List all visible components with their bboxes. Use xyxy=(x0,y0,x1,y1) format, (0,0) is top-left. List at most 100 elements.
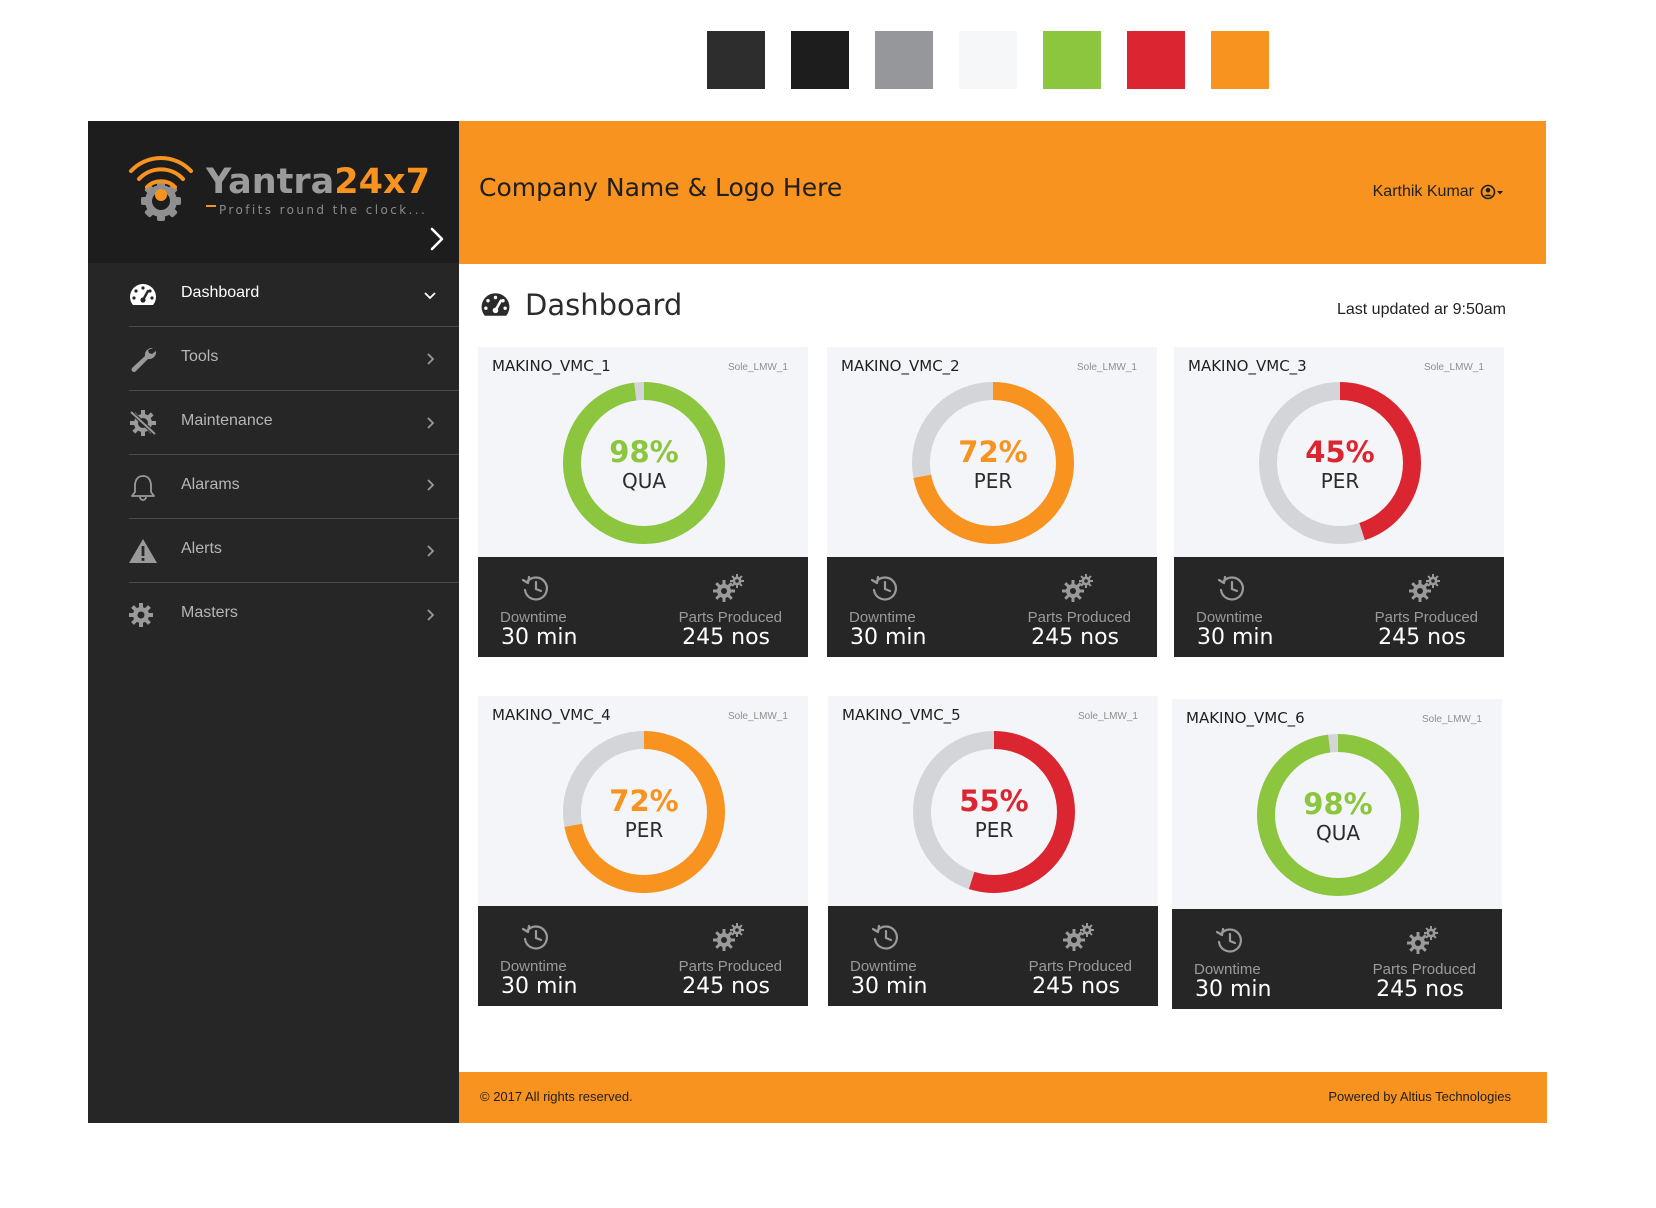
gears-icon xyxy=(1409,574,1440,602)
user-menu[interactable]: Karthik Kumar xyxy=(1373,183,1506,201)
history-clock-icon xyxy=(521,575,548,601)
card-stats: Downtime 30 min Parts Produced 245 nos xyxy=(478,557,808,657)
gear-icon xyxy=(129,603,153,627)
parts-produced-value: 245 nos xyxy=(1032,974,1120,999)
sidebar-nav: Dashboard Tools Maintenance Alarams Aler… xyxy=(88,263,459,647)
downtime-value: 30 min xyxy=(1197,625,1274,650)
parts-produced-value: 245 nos xyxy=(1376,977,1464,1002)
brand-tagline: Profits round the clock... xyxy=(216,203,431,217)
machine-name: MAKINO_VMC_6 xyxy=(1186,709,1305,727)
machine-card[interactable]: MAKINO_VMC_1 Sole_LMW_1 98% QUA Downtime… xyxy=(478,347,808,657)
card-header: MAKINO_VMC_3 Sole_LMW_1 45% PER xyxy=(1174,347,1504,557)
maintenance-gear-icon xyxy=(129,410,157,436)
gauge-metric: PER xyxy=(974,818,1014,842)
top-bar: Company Name & Logo Here Karthik Kumar xyxy=(459,121,1546,264)
machine-card[interactable]: MAKINO_VMC_3 Sole_LMW_1 45% PER Downtime… xyxy=(1174,347,1504,657)
parts-produced-value: 245 nos xyxy=(1378,625,1466,650)
parts-produced-label: Parts Produced xyxy=(1028,958,1132,975)
machine-name: MAKINO_VMC_4 xyxy=(492,706,611,724)
downtime-label: Downtime xyxy=(1194,961,1261,978)
gauge-percent: 98% xyxy=(609,435,679,469)
machine-shift: Sole_LMW_1 xyxy=(727,362,788,373)
machine-shift: Sole_LMW_1 xyxy=(1077,711,1138,722)
gauge-percent: 72% xyxy=(958,435,1028,469)
machine-card[interactable]: MAKINO_VMC_4 Sole_LMW_1 72% PER Downtime… xyxy=(478,696,808,1006)
card-header: MAKINO_VMC_2 Sole_LMW_1 72% PER xyxy=(827,347,1157,557)
sidebar-toggle-chevron-icon[interactable] xyxy=(427,225,447,253)
sidebar-item-masters[interactable]: Masters xyxy=(88,583,459,647)
gauge-metric: PER xyxy=(624,818,664,842)
machine-name: MAKINO_VMC_1 xyxy=(492,357,611,375)
sidebar-item-label: Maintenance xyxy=(181,412,273,429)
sidebar-item-alarams[interactable]: Alarams xyxy=(88,455,459,519)
downtime-label: Downtime xyxy=(1196,609,1263,626)
last-updated: Last updated ar 9:50am xyxy=(1336,301,1506,318)
machine-name: MAKINO_VMC_5 xyxy=(842,706,961,724)
color-palette xyxy=(707,31,1269,89)
gauge-metric: QUA xyxy=(1315,821,1361,845)
palette-swatch xyxy=(707,31,765,89)
page-title-text: Dashboard xyxy=(525,288,683,322)
sidebar-item-tools[interactable]: Tools xyxy=(88,327,459,391)
sidebar-item-alerts[interactable]: Alerts xyxy=(88,519,459,583)
gauge-percent: 55% xyxy=(959,784,1029,818)
card-header: MAKINO_VMC_4 Sole_LMW_1 72% PER xyxy=(478,696,808,906)
user-name: Karthik Kumar xyxy=(1372,183,1474,200)
dashboard-icon xyxy=(130,284,156,305)
gauge-percent: 72% xyxy=(609,784,679,818)
chevron-right-icon xyxy=(427,609,435,621)
gears-icon xyxy=(713,923,744,951)
dashboard-icon xyxy=(481,293,510,316)
parts-produced-value: 245 nos xyxy=(682,974,770,999)
machine-shift: Sole_LMW_1 xyxy=(1423,362,1484,373)
card-header: MAKINO_VMC_6 Sole_LMW_1 98% QUA xyxy=(1172,699,1502,909)
sidebar-item-maintenance[interactable]: Maintenance xyxy=(88,391,459,455)
machine-name: MAKINO_VMC_3 xyxy=(1188,357,1307,375)
copyright-text: © 2017 All rights reserved. xyxy=(480,1089,633,1104)
machine-name: MAKINO_VMC_2 xyxy=(841,357,960,375)
card-stats: Downtime 30 min Parts Produced 245 nos xyxy=(828,906,1158,1006)
palette-swatch xyxy=(791,31,849,89)
palette-swatch xyxy=(1043,31,1101,89)
history-clock-icon xyxy=(1217,575,1244,601)
downtime-label: Downtime xyxy=(850,958,917,975)
chevron-down-icon xyxy=(424,292,436,300)
card-stats: Downtime 30 min Parts Produced 245 nos xyxy=(1172,909,1502,1009)
downtime-value: 30 min xyxy=(850,625,927,650)
chevron-right-icon xyxy=(427,353,435,365)
gauge-percent: 98% xyxy=(1303,787,1373,821)
chevron-right-icon xyxy=(427,479,435,491)
parts-produced-value: 245 nos xyxy=(682,625,770,650)
gauge-percent: 45% xyxy=(1305,435,1375,469)
machine-card[interactable]: MAKINO_VMC_5 Sole_LMW_1 55% PER Downtime… xyxy=(828,696,1158,1006)
machine-card[interactable]: MAKINO_VMC_2 Sole_LMW_1 72% PER Downtime… xyxy=(827,347,1157,657)
bell-icon xyxy=(131,475,155,501)
gauge-metric: PER xyxy=(1320,469,1360,493)
history-clock-icon xyxy=(1215,927,1242,953)
sidebar: Yantra24x7 Profits round the clock... Da… xyxy=(88,121,459,1123)
app-window: Yantra24x7 Profits round the clock... Da… xyxy=(88,121,1547,1123)
card-stats: Downtime 30 min Parts Produced 245 nos xyxy=(478,906,808,1006)
parts-produced-label: Parts Produced xyxy=(678,609,782,626)
gears-icon xyxy=(1062,574,1093,602)
gauge-metric: QUA xyxy=(621,469,667,493)
palette-swatch xyxy=(1127,31,1185,89)
card-header: MAKINO_VMC_1 Sole_LMW_1 98% QUA xyxy=(478,347,808,557)
palette-swatch xyxy=(959,31,1017,89)
machine-card[interactable]: MAKINO_VMC_6 Sole_LMW_1 98% QUA Downtime… xyxy=(1172,699,1502,1009)
sidebar-item-label: Dashboard xyxy=(181,284,260,301)
card-stats: Downtime 30 min Parts Produced 245 nos xyxy=(1174,557,1504,657)
gears-icon xyxy=(713,574,744,602)
powered-by-text: Powered by Altius Technologies xyxy=(1328,1089,1511,1104)
wrench-icon xyxy=(131,347,157,372)
sidebar-item-dashboard[interactable]: Dashboard xyxy=(88,263,459,327)
parts-produced-label: Parts Produced xyxy=(1372,961,1476,978)
history-clock-icon xyxy=(870,575,897,601)
downtime-label: Downtime xyxy=(849,609,916,626)
brand-name: Yantra24x7 xyxy=(206,162,430,202)
card-stats: Downtime 30 min Parts Produced 245 nos xyxy=(827,557,1157,657)
user-avatar-icon xyxy=(1480,184,1503,200)
machine-shift: Sole_LMW_1 xyxy=(1421,714,1482,725)
parts-produced-value: 245 nos xyxy=(1031,625,1119,650)
chevron-right-icon xyxy=(427,545,435,557)
